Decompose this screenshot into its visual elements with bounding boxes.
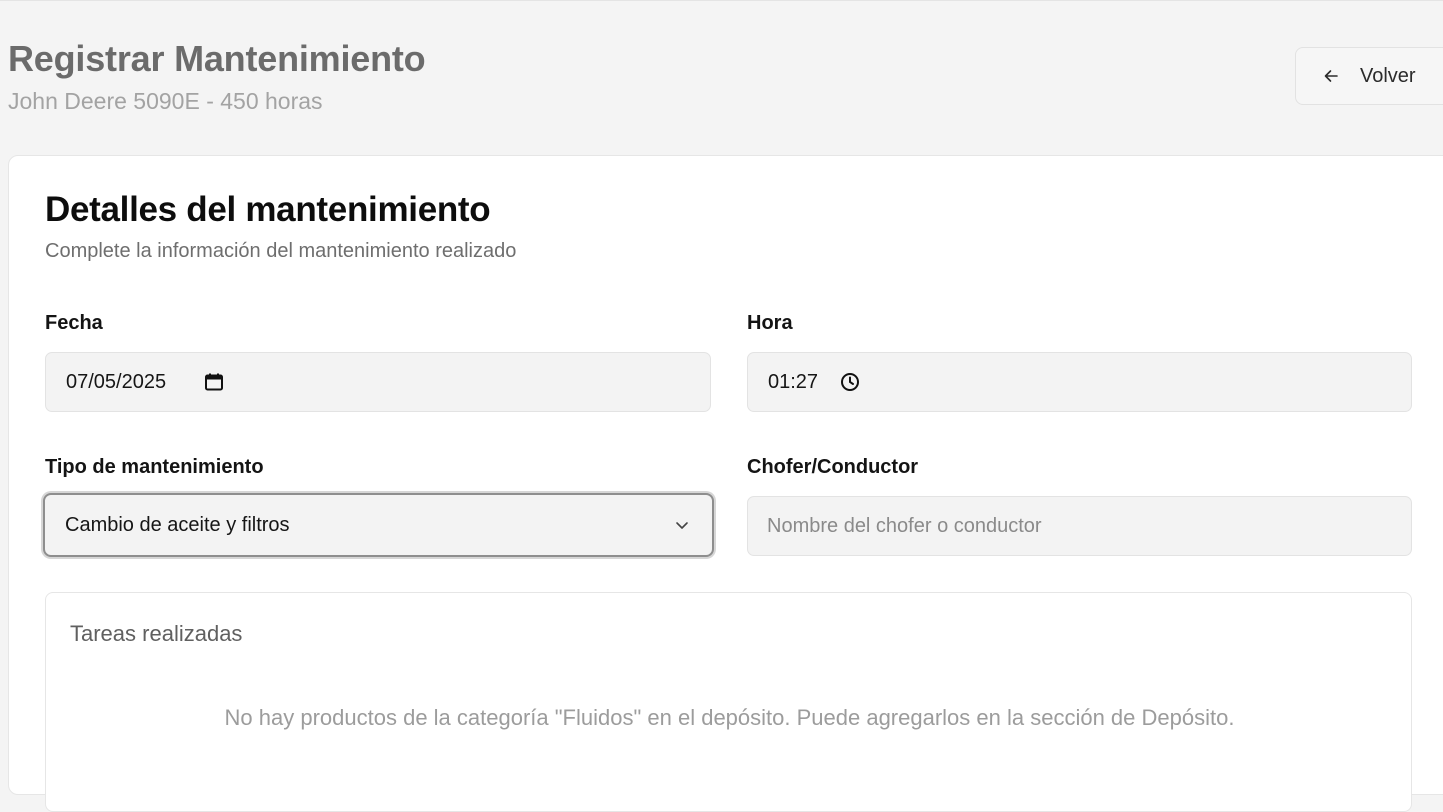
tipo-mantenimiento-select[interactable]: Cambio de aceite y filtros [43, 493, 714, 557]
fecha-label: Fecha [45, 312, 103, 334]
hora-label: Hora [747, 312, 793, 334]
top-divider [0, 0, 1443, 1]
hora-input[interactable]: 01:27 [747, 352, 1412, 412]
page-subtitle: John Deere 5090E - 450 horas [8, 88, 323, 114]
hora-value: 01:27 [768, 370, 819, 393]
chofer-label: Chofer/Conductor [747, 456, 919, 478]
tipo-mantenimiento-label: Tipo de mantenimiento [45, 456, 264, 478]
chevron-down-icon [674, 517, 690, 533]
chofer-input[interactable]: Nombre del chofer o conductor [747, 496, 1412, 556]
clock-icon[interactable] [840, 372, 860, 392]
fecha-input[interactable]: 07/05/2025 [45, 352, 711, 412]
tareas-empty-message: No hay productos de la categoría "Fluido… [224, 705, 1235, 730]
back-button-label: Volver [1360, 64, 1416, 87]
card-subtitle: Complete la información del mantenimient… [45, 240, 517, 262]
card-title: Detalles del mantenimiento [45, 190, 491, 229]
calendar-icon[interactable] [204, 372, 224, 392]
tareas-realizadas-panel: Tareas realizadas No hay productos de la… [45, 592, 1412, 812]
page-title: Registrar Mantenimiento [8, 38, 426, 79]
back-button[interactable]: Volver [1295, 47, 1443, 105]
arrow-left-icon [1322, 67, 1340, 85]
chofer-placeholder: Nombre del chofer o conductor [767, 514, 1042, 537]
tipo-mantenimiento-value: Cambio de aceite y filtros [65, 513, 290, 536]
tareas-realizadas-title: Tareas realizadas [70, 621, 243, 646]
fecha-value: 07/05/2025 [66, 370, 167, 393]
maintenance-details-card: Detalles del mantenimiento Complete la i… [8, 155, 1443, 812]
